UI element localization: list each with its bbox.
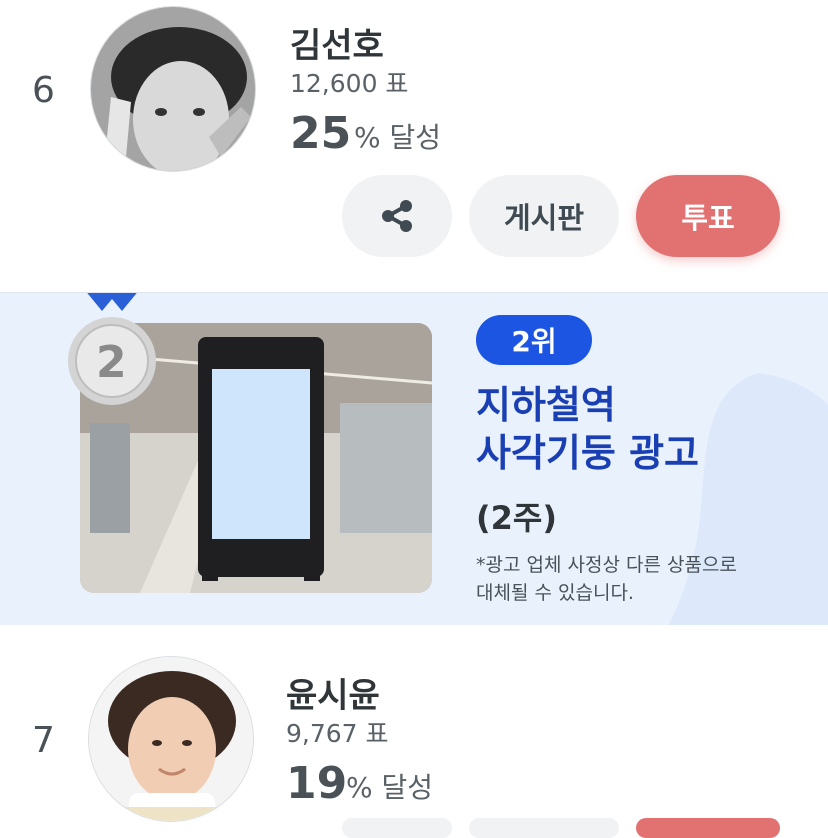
avatar[interactable] [90, 6, 256, 172]
board-button[interactable]: 게시판 [469, 175, 619, 257]
prize-title: 지하철역 사각기둥 광고 [476, 381, 699, 477]
ranking-entry: 6 김선호 12,600 표 25 % 달성 게시판 투표 [0, 0, 828, 290]
rank-number: 7 [32, 720, 55, 761]
prize-duration: (2주) [476, 499, 557, 537]
avatar-photo [91, 7, 255, 171]
medal-number: 2 [96, 337, 127, 388]
vote-count: 12,600 표 [290, 69, 409, 98]
avatar[interactable] [88, 656, 254, 822]
vote-button[interactable]: 투표 [636, 175, 780, 257]
achievement-percent: 25 [290, 108, 352, 159]
achievement-suffix: % 달성 [346, 771, 434, 804]
prize-title-line1: 지하철역 [476, 383, 616, 427]
rank-badge: 2위 [476, 315, 592, 365]
share-button[interactable] [342, 175, 452, 257]
achievement-suffix: % 달성 [354, 121, 442, 154]
achievement-percent: 19 [286, 758, 348, 809]
prize-disclaimer: *광고 업체 사정상 다른 상품으로 대체될 수 있습니다. [476, 551, 796, 607]
disclaimer-line2: 대체될 수 있습니다. [476, 582, 634, 604]
share-icon [382, 200, 412, 232]
share-button[interactable] [342, 818, 452, 838]
board-button[interactable] [469, 818, 619, 838]
vote-count: 9,767 표 [286, 719, 389, 748]
vote-button[interactable] [636, 818, 780, 838]
candidate-name: 윤시윤 [286, 676, 380, 716]
prize-title-line2: 사각기둥 광고 [476, 431, 699, 475]
candidate-name: 김선호 [290, 26, 384, 66]
disclaimer-line1: *광고 업체 사정상 다른 상품으로 [476, 554, 737, 576]
prize-banner[interactable]: 2 2위 지하철역 사각기둥 광고 (2주) *광고 업체 사정상 다른 상품으… [0, 292, 828, 625]
rank-number: 6 [32, 70, 55, 111]
ranking-entry: 7 윤시윤 9,767 표 19 % 달성 [0, 624, 828, 838]
avatar-photo [89, 657, 253, 821]
